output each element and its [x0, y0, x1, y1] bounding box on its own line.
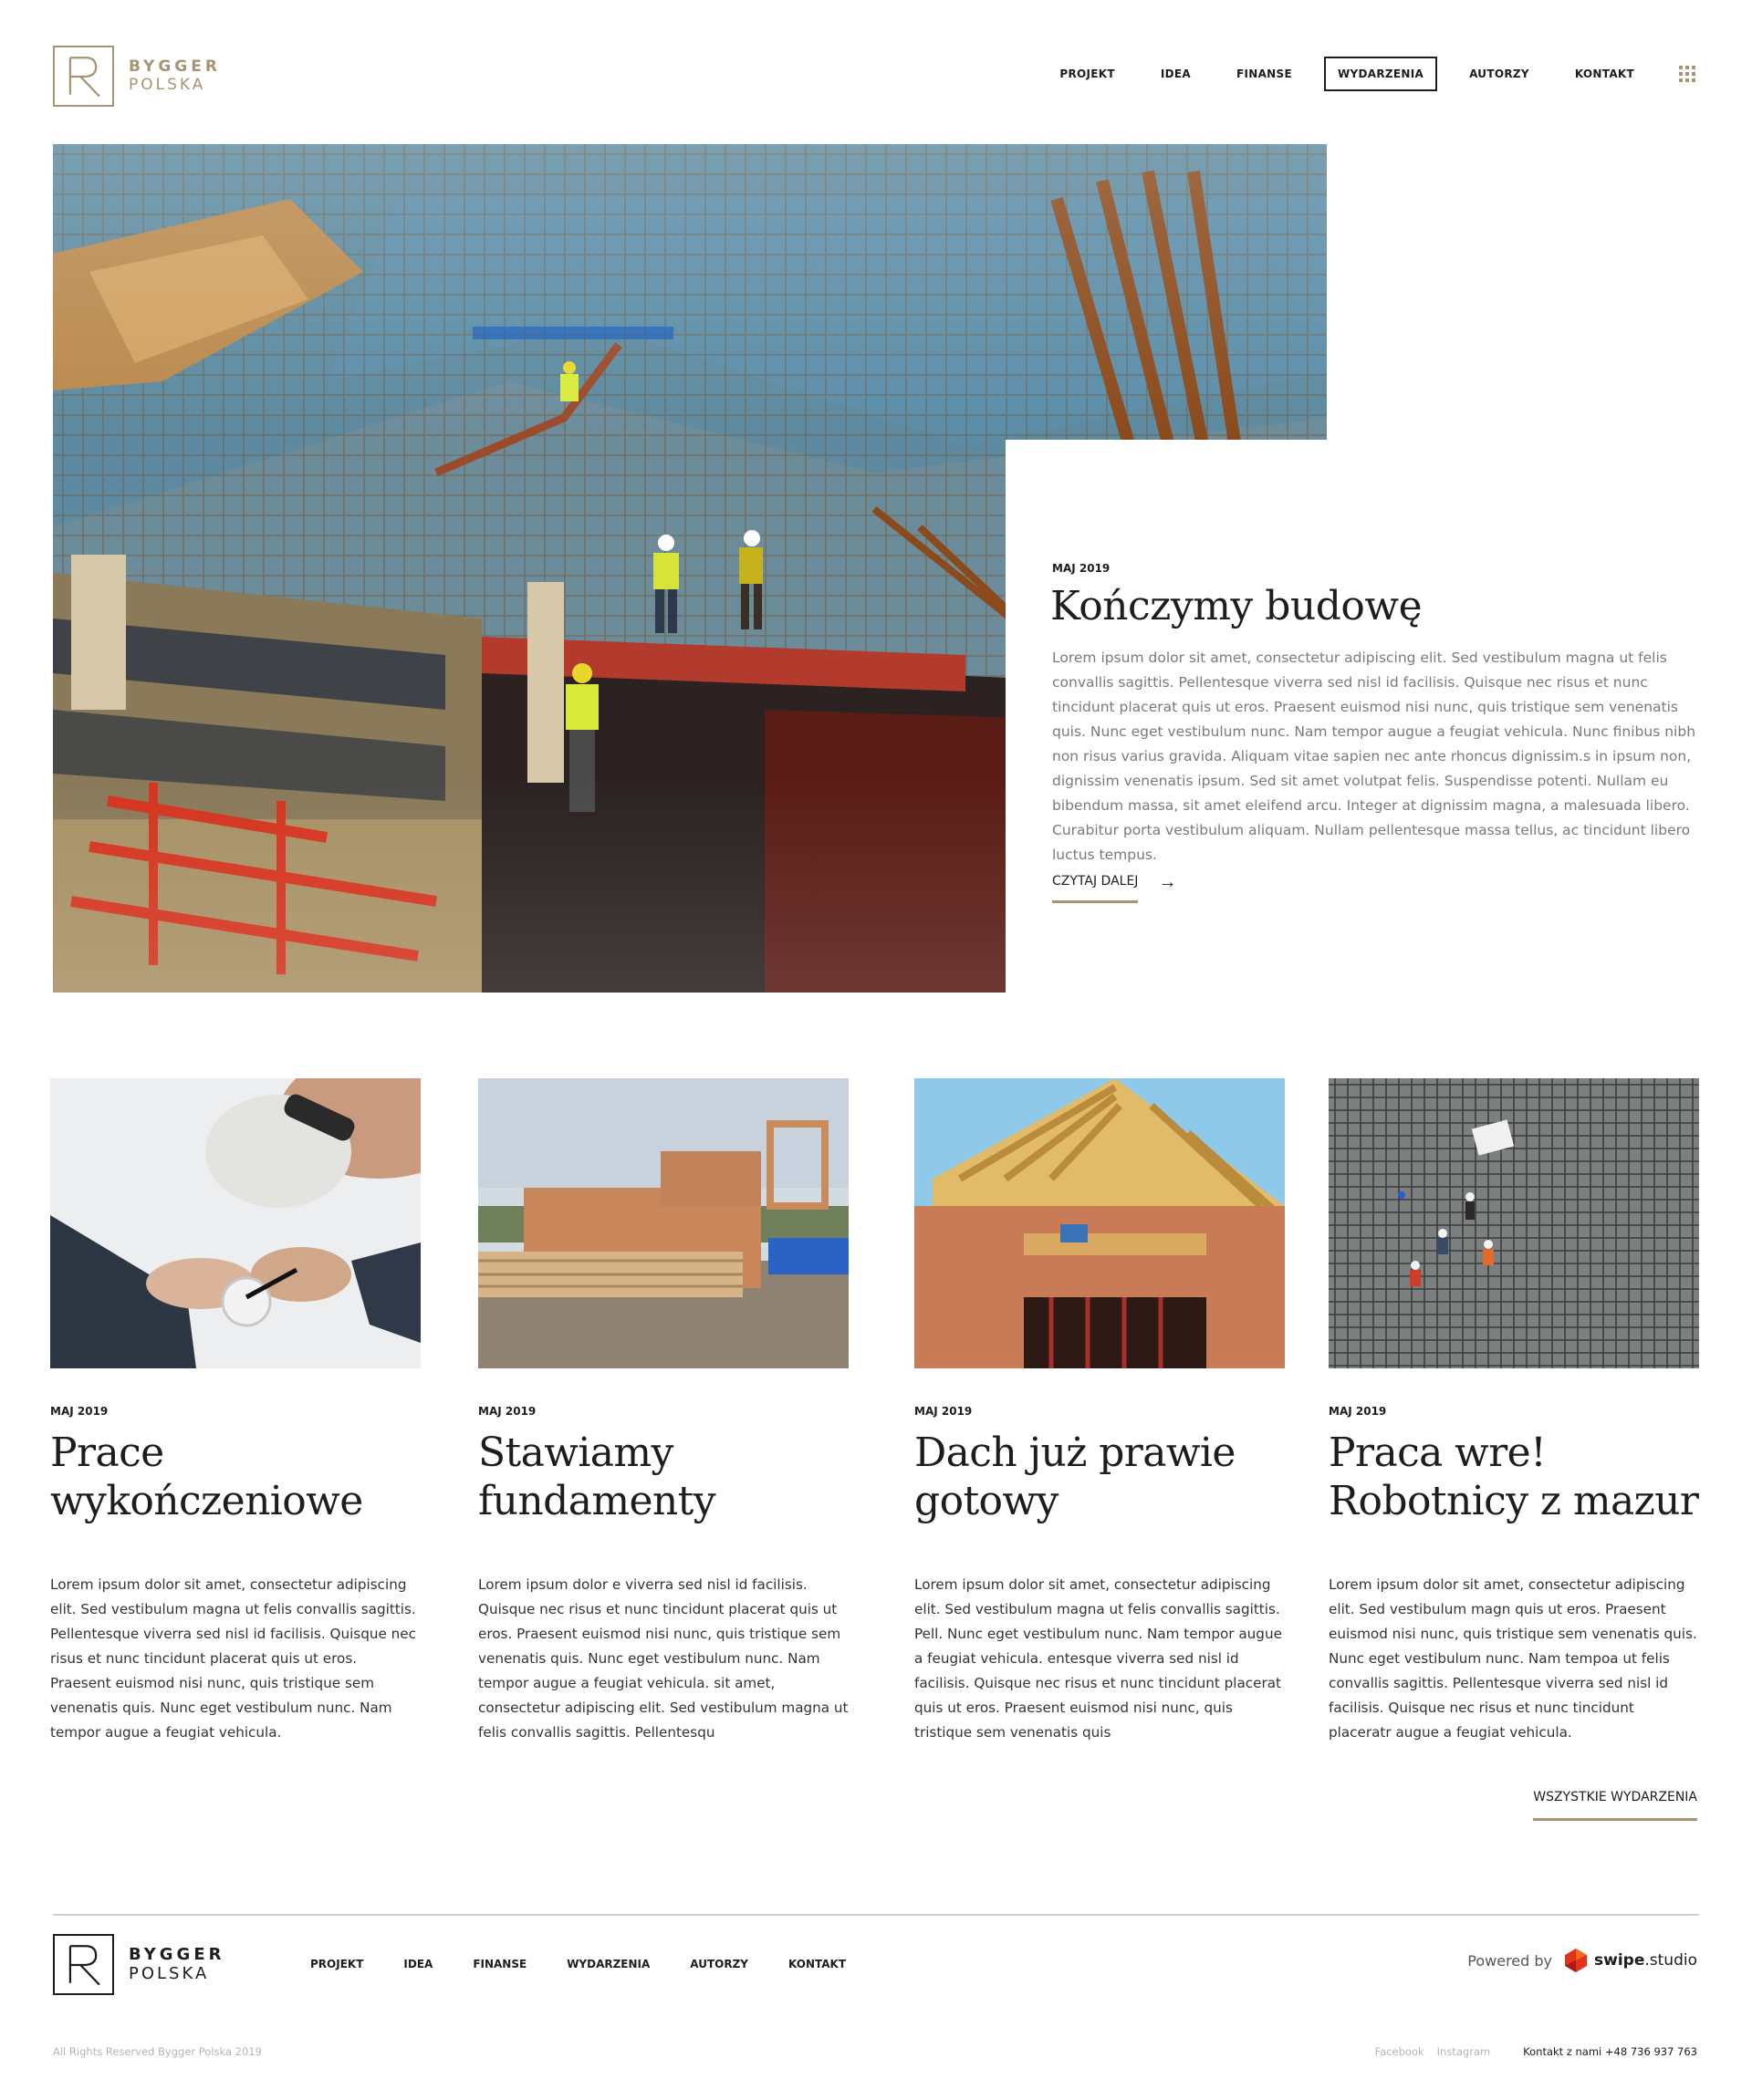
logo-text-line2: POLSKA — [129, 1963, 210, 1983]
event-date: MAJ 2019 — [478, 1405, 537, 1418]
copyright-text: All Rights Reserved Bygger Polska 2019 — [53, 2045, 262, 2058]
hero-article-card: MAJ 2019 Kończymy budowę Lorem ipsum dol… — [1006, 440, 1752, 1005]
event-image-electrician — [50, 1078, 421, 1368]
hero-body: Lorem ipsum dolor sit amet, consectetur … — [1052, 650, 1696, 863]
powered-by-label: Powered by — [1467, 1951, 1553, 1970]
event-body: Lorem ipsum dolor sit amet, consectetur … — [50, 1576, 416, 1741]
main-nav: PROJEKT IDEA FINANSE WYDARZENIA AUTORZY … — [1027, 57, 1695, 91]
contact-phone: Kontakt z nami +48 736 937 763 — [1523, 2045, 1697, 2058]
swipe-studio-logo-icon — [1565, 1949, 1588, 1972]
nav-autorzy[interactable]: AUTORZY — [1455, 57, 1543, 91]
event-body: Lorem ipsum dolor sit amet, consectetur … — [1329, 1576, 1697, 1741]
arrow-right-icon: → — [1158, 871, 1177, 892]
powered-by[interactable]: Powered by swipe.studio — [1467, 1949, 1697, 1972]
footer-logo[interactable]: BYGGER POLSKA — [53, 1934, 224, 1995]
event-card[interactable]: MAJ 2019 Praca wre! Robotnicy z mazur Lor… — [1329, 1078, 1699, 1745]
footer-nav-projekt[interactable]: PROJEKT — [310, 1958, 363, 1970]
footer-divider — [53, 1914, 1699, 1916]
logo-text-line2: POLSKA — [129, 75, 206, 94]
hero-date: MAJ 2019 — [1052, 562, 1111, 575]
nav-wydarzenia[interactable]: WYDARZENIA — [1323, 57, 1438, 91]
event-card[interactable]: MAJ 2019 Prace wykończeniowe Lorem ipsum … — [50, 1078, 421, 1745]
event-title[interactable]: Stawiamy fundamenty — [478, 1429, 849, 1525]
event-date: MAJ 2019 — [914, 1405, 973, 1418]
event-date: MAJ 2019 — [50, 1405, 109, 1418]
event-card[interactable]: MAJ 2019 Stawiamy fundamenty Lorem ipsum … — [478, 1078, 849, 1745]
event-image-rebar — [1329, 1078, 1699, 1368]
nav-idea[interactable]: IDEA — [1147, 57, 1204, 91]
footer-nav-finanse[interactable]: FINANSE — [473, 1958, 527, 1970]
grid-menu-icon[interactable] — [1679, 66, 1695, 82]
logo-mark-icon — [53, 1934, 114, 1995]
hero-title[interactable]: Kończymy budowę — [1050, 583, 1423, 629]
footer-nav-wydarzenia[interactable]: WYDARZENIA — [567, 1958, 650, 1970]
event-title[interactable]: Praca wre! Robotnicy z mazur — [1329, 1429, 1699, 1525]
event-image-timber-frame — [478, 1078, 849, 1368]
logo-text-line1: BYGGER — [129, 57, 221, 76]
logo-mark-icon — [53, 46, 114, 107]
event-body: Lorem ipsum dolor e viverra sed nisl id … — [478, 1576, 849, 1741]
event-date: MAJ 2019 — [1329, 1405, 1387, 1418]
read-more-label: CZYTAJ DALEJ — [1052, 874, 1139, 903]
all-events-link[interactable]: WSZYSTKIE WYDARZENIA — [1533, 1790, 1697, 1821]
footer-nav-autorzy[interactable]: AUTORZY — [690, 1958, 748, 1970]
footer-nav-kontakt[interactable]: KONTAKT — [788, 1958, 846, 1970]
logo-text-line1: BYGGER — [129, 1944, 225, 1964]
event-image-roof — [914, 1078, 1285, 1368]
event-title[interactable]: Prace wykończeniowe — [50, 1429, 421, 1525]
event-title[interactable]: Dach już prawie gotowy — [914, 1429, 1285, 1525]
instagram-link[interactable]: Instagram — [1437, 2045, 1491, 2058]
footer-nav: PROJEKT IDEA FINANSE WYDARZENIA AUTORZY … — [310, 1958, 886, 1970]
read-more-link[interactable]: CZYTAJ DALEJ → — [1052, 871, 1177, 903]
header-logo[interactable]: BYGGER POLSKA — [53, 46, 221, 107]
footer-links: Facebook Instagram Kontakt z nami +48 73… — [1375, 2045, 1697, 2058]
swipe-studio-name: swipe.studio — [1594, 1951, 1697, 1970]
nav-kontakt[interactable]: KONTAKT — [1561, 57, 1648, 91]
event-card[interactable]: MAJ 2019 Dach już prawie gotowy Lorem ips… — [914, 1078, 1285, 1745]
nav-projekt[interactable]: PROJEKT — [1046, 57, 1128, 91]
event-body: Lorem ipsum dolor sit amet, consectetur … — [914, 1576, 1282, 1741]
nav-finanse[interactable]: FINANSE — [1223, 57, 1306, 91]
facebook-link[interactable]: Facebook — [1375, 2045, 1424, 2058]
footer-nav-idea[interactable]: IDEA — [403, 1958, 433, 1970]
